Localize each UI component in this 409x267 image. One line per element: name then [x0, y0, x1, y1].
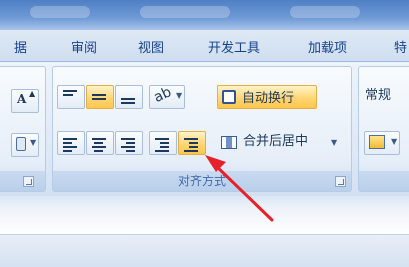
alignment-group-label: 对齐方式 — [53, 171, 351, 191]
alignment-group: ab ▼ 自动换行 合并后居中 ▼ 对齐方式 — [52, 66, 352, 192]
font-group: A ▲ ▼ — [0, 66, 46, 192]
merge-center-icon — [221, 136, 237, 149]
ribbon-tab-row: 据 审阅 视图 开发工具 加载项 特 — [0, 30, 409, 62]
align-right-icon — [121, 138, 135, 154]
number-format-dropdown[interactable]: 常规 — [362, 85, 409, 109]
chevron-down-icon: ▼ — [176, 91, 183, 100]
title-bar-blur — [140, 6, 230, 18]
alignment-dialog-launcher-icon[interactable] — [335, 176, 346, 187]
tab-developer[interactable]: 开发工具 — [208, 37, 260, 56]
increase-indent-button[interactable] — [178, 131, 206, 155]
window-title-bar — [0, 0, 409, 30]
sheet-header-bar — [0, 234, 409, 267]
decrease-indent-icon — [155, 138, 169, 154]
text-orientation-icon: ab — [151, 84, 175, 106]
bottom-align-button[interactable] — [115, 85, 143, 109]
increase-indent-icon — [184, 138, 198, 154]
bottom-align-icon — [121, 98, 135, 106]
chevron-down-icon: ▼ — [391, 137, 398, 146]
tab-addins[interactable]: 加载项 — [308, 37, 347, 56]
font-dialog-launcher-icon[interactable] — [23, 176, 34, 187]
title-bar-blur — [290, 6, 360, 18]
align-left-button[interactable] — [57, 131, 85, 155]
ribbon-panel: A ▲ ▼ ab ▼ 自动换行 合并后居中 ▼ 对齐方式 常规 ▼ — [0, 62, 409, 196]
wrap-text-label: 自动换行 — [242, 91, 295, 106]
align-center-icon — [92, 138, 106, 154]
top-align-button[interactable] — [57, 85, 85, 109]
tab-view[interactable]: 视图 — [138, 37, 164, 56]
top-align-icon — [63, 90, 77, 98]
tab-review[interactable]: 审阅 — [71, 37, 97, 56]
merge-center-label: 合并后居中 — [243, 134, 309, 149]
middle-align-icon — [92, 94, 106, 102]
number-format-value: 常规 — [365, 88, 392, 103]
accounting-format-button[interactable]: ▼ — [364, 131, 400, 155]
tab-data[interactable]: 据 — [14, 37, 27, 56]
fill-color-button[interactable]: ▼ — [11, 133, 39, 157]
wrap-text-icon — [222, 90, 236, 104]
decrease-indent-button[interactable] — [149, 131, 177, 155]
currency-icon — [369, 135, 385, 149]
chevron-down-icon: ▼ — [30, 138, 37, 147]
wrap-text-button[interactable]: 自动换行 — [217, 85, 317, 109]
align-center-button[interactable] — [86, 131, 114, 155]
fill-color-icon — [16, 137, 26, 151]
align-right-button[interactable] — [115, 131, 143, 155]
font-size-increase-button[interactable]: A ▲ — [11, 89, 39, 113]
orientation-button[interactable]: ab ▼ — [149, 84, 185, 109]
middle-align-button[interactable] — [86, 85, 114, 109]
number-group-label — [359, 171, 409, 191]
caret-up-icon: ▲ — [29, 89, 36, 98]
chevron-down-icon: ▼ — [331, 138, 338, 147]
merge-center-button[interactable]: 合并后居中 ▼ — [217, 131, 341, 155]
align-left-icon — [63, 138, 77, 154]
tab-special[interactable]: 特 — [394, 37, 407, 56]
title-bar-blur — [30, 6, 90, 18]
font-size-increase-label: A — [17, 92, 27, 106]
number-group: 常规 ▼ — [358, 66, 409, 192]
